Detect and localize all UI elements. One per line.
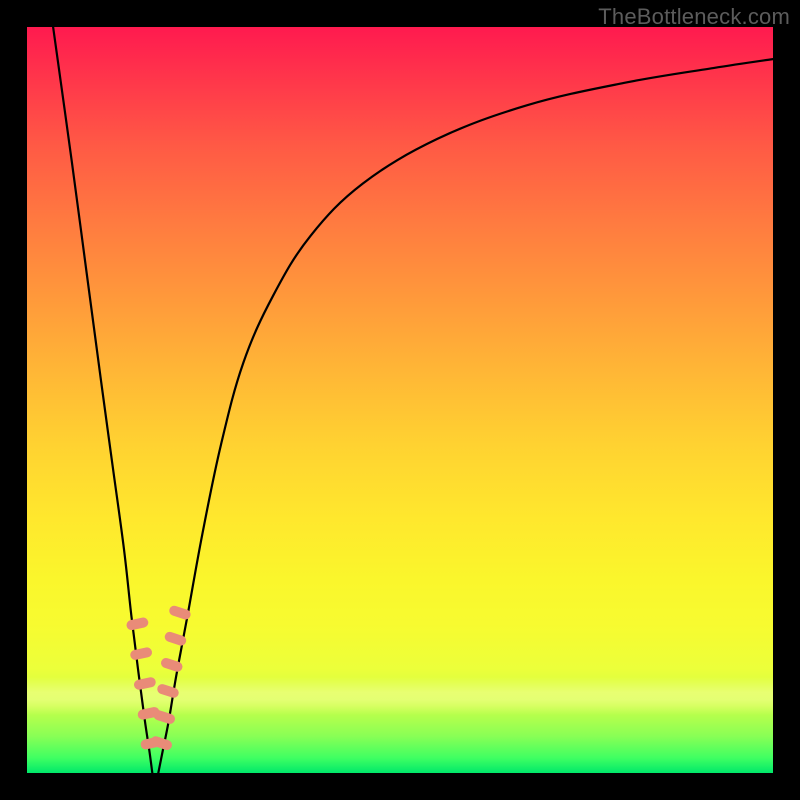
marker-markers-right-0 xyxy=(149,735,173,751)
marker-markers-left-0 xyxy=(126,617,150,631)
chart-frame: TheBottleneck.com xyxy=(0,0,800,800)
curves-svg xyxy=(27,27,773,773)
series-lines xyxy=(53,27,773,773)
plot-area xyxy=(27,27,773,773)
marker-markers-left-1 xyxy=(129,646,153,660)
marker-markers-left-2 xyxy=(133,676,157,690)
series-markers xyxy=(126,604,192,751)
marker-markers-right-2 xyxy=(156,683,180,699)
watermark-text: TheBottleneck.com xyxy=(598,4,790,30)
curve-left-branch xyxy=(53,27,152,773)
marker-markers-right-1 xyxy=(152,709,176,725)
curve-right-branch xyxy=(158,59,773,773)
